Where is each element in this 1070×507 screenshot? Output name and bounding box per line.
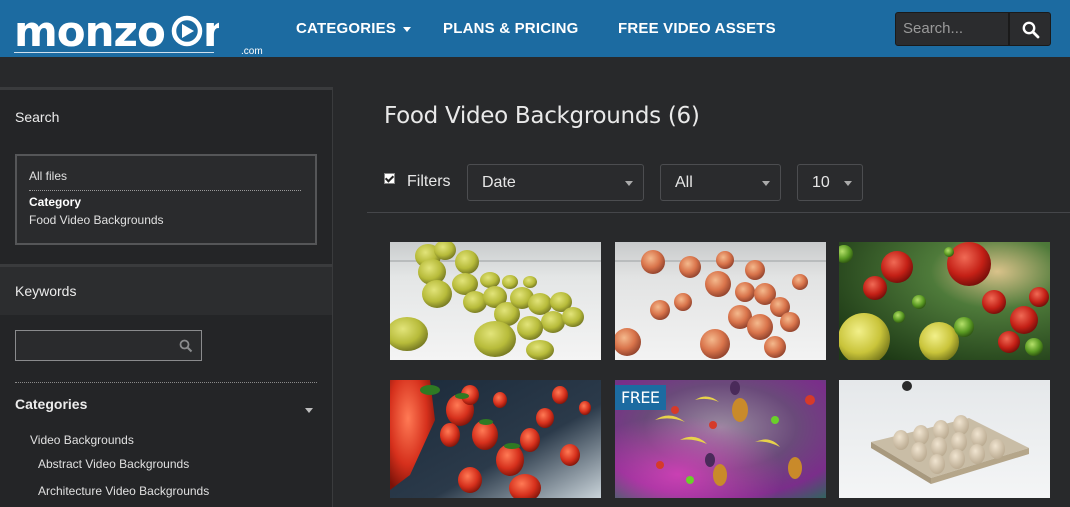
sort-select-value: Date (482, 174, 516, 191)
top-navbar: monzoom monzo m .com CATEGORIES PLANS & … (0, 0, 1070, 57)
video-thumbnail-egg-carton[interactable] (839, 380, 1050, 498)
filter-category-value[interactable]: Food Video Backgrounds (29, 213, 164, 227)
sidebar-category-architecture[interactable]: Architecture Video Backgrounds (38, 484, 209, 498)
keywords-input[interactable] (15, 330, 202, 361)
header-search-input[interactable]: Search... (895, 12, 1009, 46)
sidebar-categories-title[interactable]: Categories (15, 396, 87, 412)
video-thumbnail-peaches[interactable] (615, 242, 826, 360)
type-select[interactable]: All (660, 164, 781, 201)
video-thumbnail-apples[interactable] (839, 242, 1050, 360)
video-thumbnail-lemons[interactable] (390, 242, 601, 360)
filter-divider (29, 190, 301, 191)
logo-underline (14, 52, 214, 53)
site-logo[interactable]: monzoom monzo m .com (14, 8, 270, 57)
sidebar-dotted-divider (15, 382, 317, 383)
sidebar-category-abstract[interactable]: Abstract Video Backgrounds (38, 457, 189, 471)
chevron-down-icon[interactable] (305, 408, 313, 413)
per-page-select[interactable]: 10 (797, 164, 863, 201)
per-page-select-value: 10 (812, 174, 830, 191)
active-filters-box: All files Category Food Video Background… (15, 154, 317, 245)
sidebar-category-video-backgrounds[interactable]: Video Backgrounds (30, 433, 134, 447)
logo-dotcom: .com (241, 46, 263, 57)
nav-categories[interactable]: CATEGORIES (296, 0, 412, 57)
svg-text:m: m (203, 8, 219, 56)
nav-free-video-assets[interactable]: FREE VIDEO ASSETS (618, 0, 776, 57)
filters-checkbox[interactable] (384, 173, 395, 184)
sort-select[interactable]: Date (467, 164, 644, 201)
video-thumbnail-mixed-fruit[interactable]: FREE (615, 380, 826, 498)
magnifier-icon (1022, 21, 1040, 39)
page-title: Food Video Backgrounds (6) (384, 103, 700, 129)
header-search-button[interactable] (1009, 12, 1051, 46)
sidebar-keywords-title: Keywords (15, 283, 77, 299)
caret-down-icon (625, 181, 633, 186)
search-icon[interactable] (179, 339, 193, 353)
svg-text:monzo: monzo (14, 8, 165, 56)
caret-down-icon (403, 26, 412, 32)
logo-graphic: monzo m (14, 8, 219, 56)
nav-categories-label: CATEGORIES (296, 20, 397, 37)
sidebar: Search All files Category Food Video Bac… (0, 87, 333, 507)
free-badge: FREE (615, 385, 666, 410)
main-divider (367, 212, 1070, 213)
caret-down-icon (762, 181, 770, 186)
video-thumbnail-strawberries[interactable] (390, 380, 601, 498)
sidebar-search-title: Search (15, 109, 60, 125)
type-select-value: All (675, 174, 693, 191)
caret-down-icon (844, 181, 852, 186)
nav-plans-pricing[interactable]: PLANS & PRICING (443, 0, 579, 57)
filter-all-files[interactable]: All files (29, 169, 67, 183)
filters-label[interactable]: Filters (407, 173, 451, 191)
filter-category-label: Category (29, 195, 82, 209)
